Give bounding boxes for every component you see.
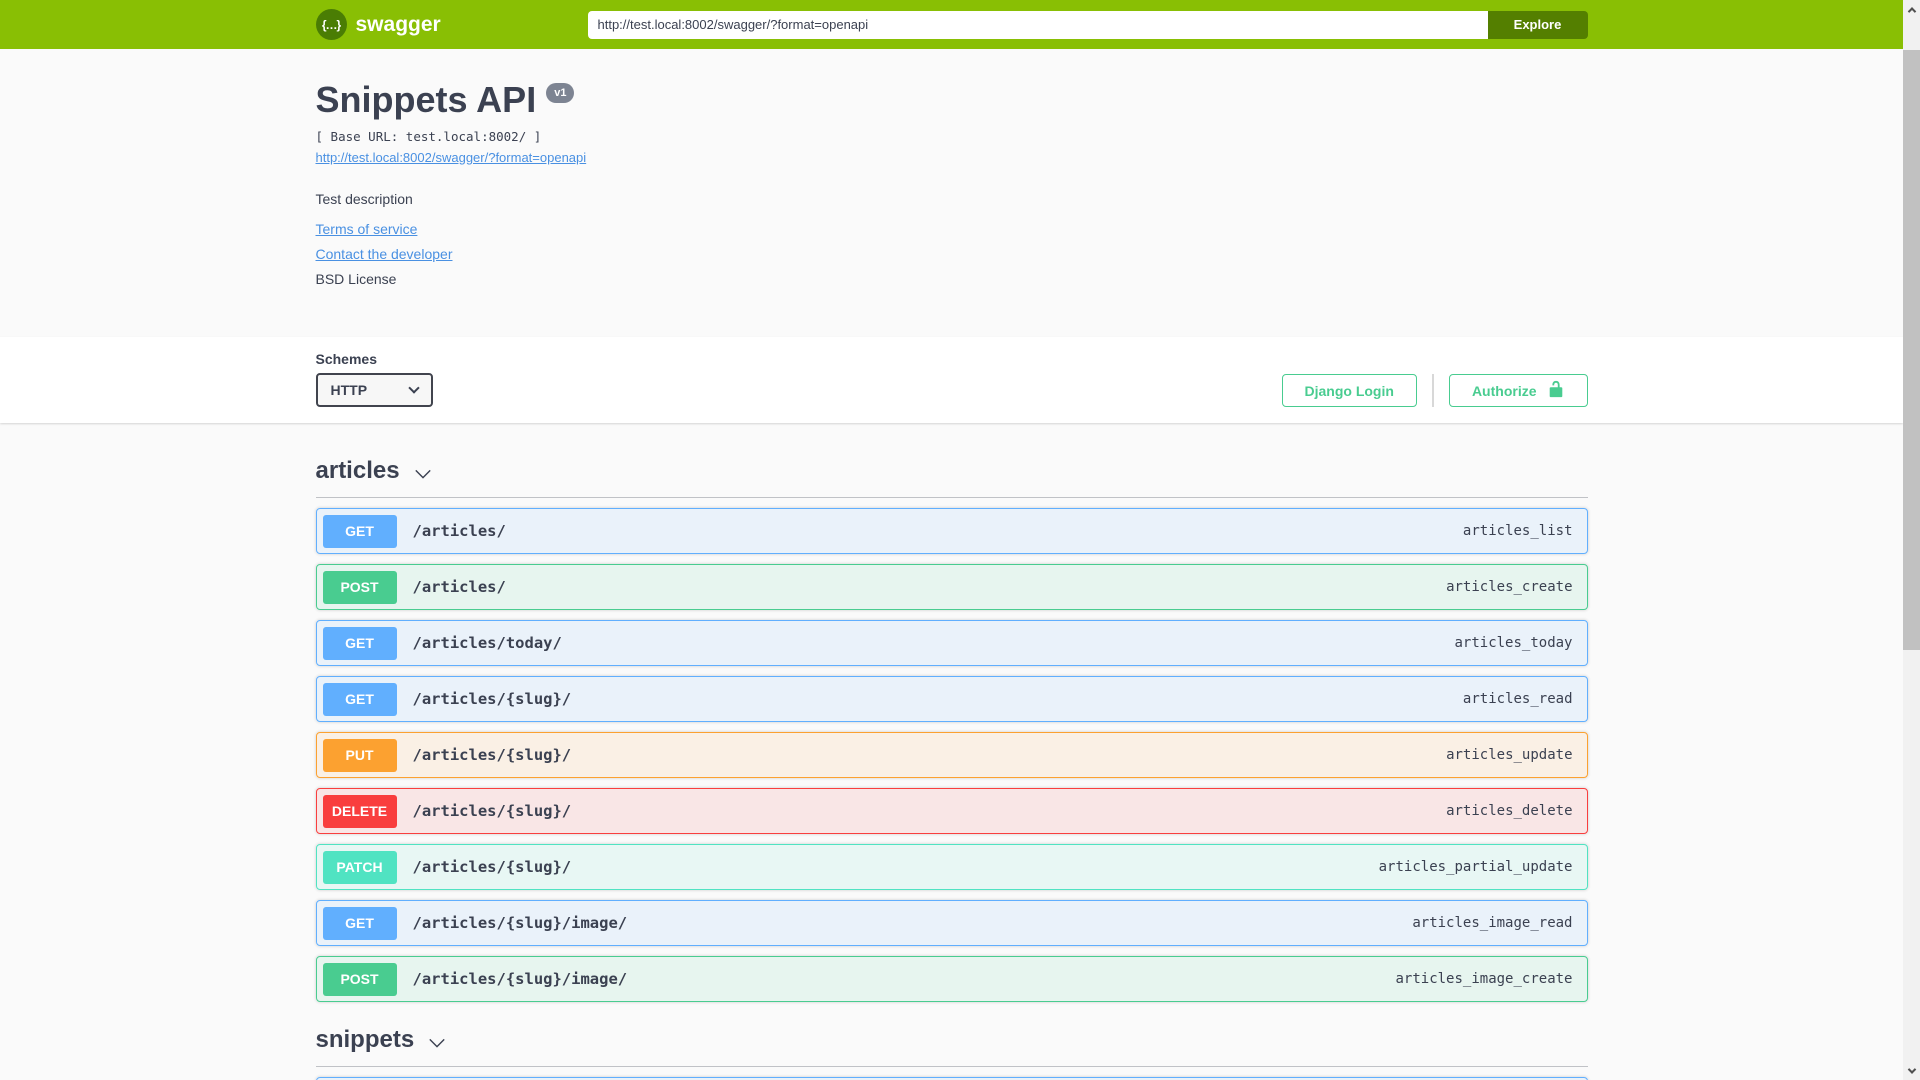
method-badge: POST	[322, 962, 397, 996]
operation-path: /articles/{slug}/	[412, 746, 572, 764]
schemes-label: Schemes	[315, 351, 377, 367]
operation-row-articles-list[interactable]: GET /articles/ articles_list	[315, 508, 1588, 554]
api-title: Snippets API v1	[316, 79, 1588, 121]
api-title-text: Snippets API	[315, 79, 537, 120]
method-badge: GET	[322, 514, 397, 548]
scrollbar-thumb[interactable]	[1903, 50, 1920, 650]
operations-main: articles GET /articles/ articles_list PO…	[315, 423, 1588, 1080]
tag-section-articles: articles GET /articles/ articles_list PO…	[315, 455, 1588, 1002]
operation-path: /articles/{slug}/	[412, 802, 572, 820]
spec-url-input[interactable]	[587, 10, 1488, 39]
operation-path: /articles/{slug}/	[412, 858, 572, 876]
operation-path: /articles/{slug}/image/	[412, 970, 628, 988]
auth-divider	[1431, 374, 1434, 407]
license-text: BSD License	[315, 271, 397, 287]
method-badge: PATCH	[322, 850, 397, 884]
spec-link[interactable]: http://test.local:8002/swagger/?format=o…	[316, 150, 587, 165]
tag-name: snippets	[315, 1026, 415, 1053]
authorize-button[interactable]: Authorize	[1448, 374, 1588, 407]
auth-wrapper: Django Login Authorize	[1281, 374, 1588, 407]
method-badge: GET	[322, 626, 397, 660]
operation-id: articles_partial_update	[1378, 859, 1573, 875]
method-badge: DELETE	[322, 794, 397, 828]
tag-header-articles[interactable]: articles	[315, 455, 1588, 498]
django-login-label: Django Login	[1304, 382, 1394, 399]
operation-row-articles-partial-update[interactable]: PATCH /articles/{slug}/ articles_partial…	[315, 844, 1588, 890]
swagger-ui-page: {…} swagger Explore Snippets API v1 [ Ba…	[0, 0, 1903, 1080]
base-url: [ Base URL: test.local:8002/ ]	[315, 129, 542, 144]
django-login-button[interactable]: Django Login	[1281, 374, 1417, 407]
method-badge: GET	[322, 906, 397, 940]
method-badge: PUT	[322, 738, 397, 772]
schemes-select[interactable]: HTTP	[315, 373, 433, 407]
operation-id: articles_update	[1446, 747, 1573, 763]
operation-path: /articles/{slug}/image/	[412, 914, 628, 932]
tag-header-snippets[interactable]: snippets	[315, 1024, 1588, 1067]
operation-path: /articles/{slug}/	[412, 690, 572, 708]
tag-section-snippets: snippets GET /snippets/ snippets_list	[315, 1024, 1588, 1080]
terms-of-service-link[interactable]: Terms of service	[316, 221, 418, 237]
operation-id: articles_today	[1454, 635, 1573, 651]
version-badge: v1	[546, 83, 575, 103]
operation-id: articles_image_read	[1412, 915, 1573, 931]
operation-row-articles-image-create[interactable]: POST /articles/{slug}/image/ articles_im…	[315, 956, 1588, 1002]
operation-row-articles-create[interactable]: POST /articles/ articles_create	[315, 564, 1588, 610]
topbar: {…} swagger Explore	[0, 0, 1903, 49]
unlock-icon	[1547, 380, 1565, 401]
contact-developer-link[interactable]: Contact the developer	[316, 246, 453, 262]
operation-path: /articles/	[412, 522, 506, 540]
explore-button[interactable]: Explore	[1487, 10, 1588, 39]
method-badge: GET	[322, 682, 397, 716]
api-description: Test description	[315, 191, 413, 207]
download-url-form: Explore	[587, 10, 1588, 39]
info-section: Snippets API v1 [ Base URL: test.local:8…	[0, 49, 1903, 337]
operation-row-articles-read[interactable]: GET /articles/{slug}/ articles_read	[315, 676, 1588, 722]
operation-row-articles-delete[interactable]: DELETE /articles/{slug}/ articles_delete	[315, 788, 1588, 834]
operation-row-articles-update[interactable]: PUT /articles/{slug}/ articles_update	[315, 732, 1588, 778]
chevron-down-icon	[407, 382, 420, 394]
tag-name: articles	[315, 457, 400, 484]
schemes-block: Schemes HTTP	[315, 351, 433, 407]
scroll-up-arrow-icon[interactable]	[1903, 1, 1920, 18]
vertical-scrollbar[interactable]	[1903, 0, 1920, 1080]
chevron-down-icon	[428, 1028, 446, 1056]
swagger-logo: {…} swagger	[315, 9, 441, 40]
method-badge: POST	[322, 570, 397, 604]
operation-row-articles-today[interactable]: GET /articles/today/ articles_today	[315, 620, 1588, 666]
operation-id: articles_read	[1462, 691, 1573, 707]
operation-path: /articles/	[412, 578, 506, 596]
schemes-selected-value: HTTP	[330, 382, 368, 398]
operation-id: articles_delete	[1446, 803, 1573, 819]
operation-id: articles_list	[1462, 523, 1573, 539]
viewport: {…} swagger Explore Snippets API v1 [ Ba…	[0, 0, 1920, 1080]
authorize-label: Authorize	[1471, 382, 1537, 399]
scroll-down-arrow-icon[interactable]	[1903, 1062, 1920, 1079]
operation-id: articles_create	[1446, 579, 1573, 595]
swagger-logo-icon: {…}	[315, 9, 347, 40]
operation-id: articles_image_create	[1395, 971, 1573, 987]
operation-path: /articles/today/	[412, 634, 562, 652]
scheme-container: Schemes HTTP Django Login Authorize	[0, 337, 1903, 423]
swagger-logo-text: swagger	[355, 12, 441, 36]
chevron-down-icon	[414, 459, 432, 487]
operation-row-articles-image-read[interactable]: GET /articles/{slug}/image/ articles_ima…	[315, 900, 1588, 946]
